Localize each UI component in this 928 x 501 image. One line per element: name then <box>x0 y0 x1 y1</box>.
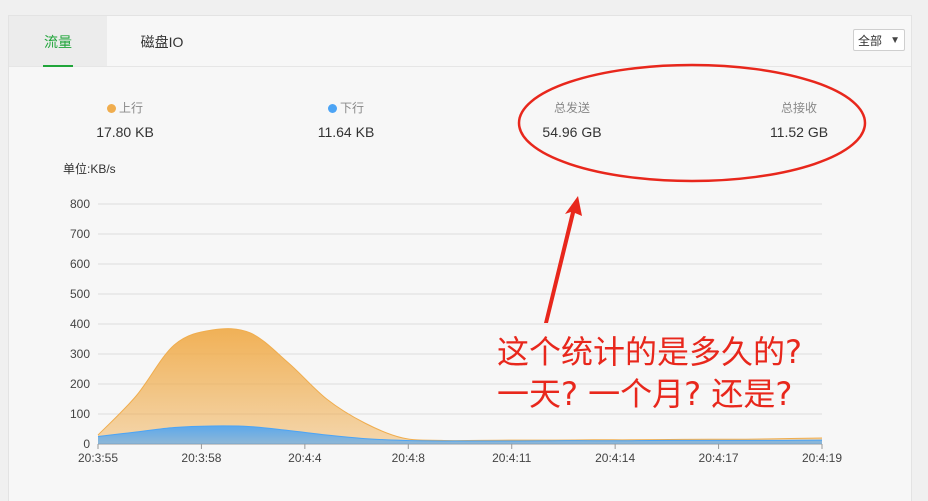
traffic-chart: 0 100 200 300 400 500 600 700 800 20:3:55 20:3:58… <box>70 63 867 465</box>
y-tick-label: 600 <box>70 257 90 271</box>
y-tick-label: 800 <box>70 197 90 211</box>
x-tick-label: 20:3:55 <box>78 451 118 465</box>
x-tick-label: 20:4:14 <box>595 451 635 465</box>
y-tick-label: 0 <box>83 437 90 451</box>
annotation-arrow <box>544 196 582 323</box>
y-tick-label: 200 <box>70 377 90 391</box>
y-tick-label: 500 <box>70 287 90 301</box>
x-tick-label: 20:4:8 <box>392 451 426 465</box>
annotation-ellipse <box>517 63 867 183</box>
x-tick-label: 20:4:17 <box>699 451 739 465</box>
y-tick-label: 700 <box>70 227 90 241</box>
annotation-text: 这个统计的是多久的? 一天? 一个月? 还是? <box>497 333 802 413</box>
x-tick-label: 20:4:11 <box>492 451 531 465</box>
y-tick-label: 400 <box>70 317 90 331</box>
y-tick-label: 100 <box>70 407 90 421</box>
y-axis: 0 100 200 300 400 500 600 700 800 <box>70 197 90 451</box>
x-axis: 20:3:55 20:3:58 20:4:4 20:4:8 20:4:11 20:4:14… <box>78 444 842 465</box>
x-tick-label: 20:4:19 <box>802 451 842 465</box>
y-tick-label: 300 <box>70 347 90 361</box>
x-tick-label: 20:3:58 <box>181 451 221 465</box>
x-tick-label: 20:4:4 <box>288 451 322 465</box>
